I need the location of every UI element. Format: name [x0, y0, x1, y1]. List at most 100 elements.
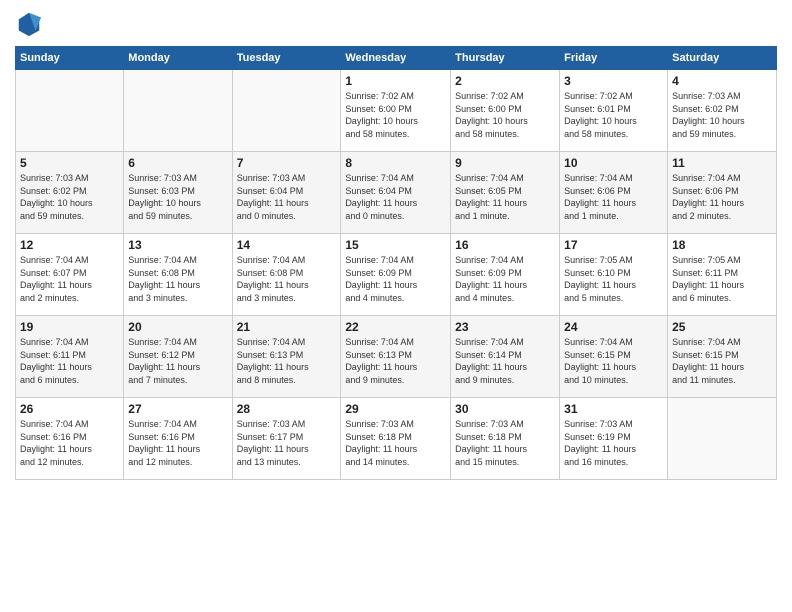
day-info: Sunrise: 7:03 AM Sunset: 6:18 PM Dayligh…: [345, 418, 446, 468]
day-number: 9: [455, 156, 555, 170]
day-cell: 4 Sunrise: 7:03 AM Sunset: 6:02 PM Daylig…: [668, 70, 777, 152]
day-cell: 25 Sunrise: 7:04 AM Sunset: 6:15 PM Dayli…: [668, 316, 777, 398]
day-info: Sunrise: 7:05 AM Sunset: 6:11 PM Dayligh…: [672, 254, 772, 304]
day-cell: [668, 398, 777, 480]
day-cell: 10Sunrise: 7:04 AM Sunset: 6:06 PM Dayli…: [560, 152, 668, 234]
day-info: Sunrise: 7:04 AM Sunset: 6:08 PM Dayligh…: [128, 254, 227, 304]
day-info: Sunrise: 7:04 AM Sunset: 6:16 PM Dayligh…: [128, 418, 227, 468]
day-number: 5: [20, 156, 119, 170]
weekday-header-row: SundayMondayTuesdayWednesdayThursdayFrid…: [16, 47, 777, 70]
day-cell: [124, 70, 232, 152]
day-info: Sunrise: 7:03 AM Sunset: 6:19 PM Dayligh…: [564, 418, 663, 468]
day-cell: 26 Sunrise: 7:04 AM Sunset: 6:16 PM Dayli…: [16, 398, 124, 480]
day-number: 2: [455, 74, 555, 88]
day-info: Sunrise: 7:04 AM Sunset: 6:11 PM Dayligh…: [20, 336, 119, 386]
week-row-5: 26 Sunrise: 7:04 AM Sunset: 6:16 PM Dayli…: [16, 398, 777, 480]
day-info: Sunrise: 7:04 AM Sunset: 6:07 PM Dayligh…: [20, 254, 119, 304]
day-cell: 6 Sunrise: 7:03 AM Sunset: 6:03 PM Daylig…: [124, 152, 232, 234]
day-cell: 21 Sunrise: 7:04 AM Sunset: 6:13 PM Dayli…: [232, 316, 341, 398]
day-cell: 5 Sunrise: 7:03 AM Sunset: 6:02 PM Daylig…: [16, 152, 124, 234]
day-cell: 28 Sunrise: 7:03 AM Sunset: 6:17 PM Dayli…: [232, 398, 341, 480]
weekday-header-sunday: Sunday: [16, 47, 124, 70]
day-number: 14: [237, 238, 337, 252]
day-number: 15: [345, 238, 446, 252]
day-info: Sunrise: 7:04 AM Sunset: 6:15 PM Dayligh…: [672, 336, 772, 386]
day-info: Sunrise: 7:03 AM Sunset: 6:18 PM Dayligh…: [455, 418, 555, 468]
day-number: 28: [237, 402, 337, 416]
week-row-1: 1 Sunrise: 7:02 AM Sunset: 6:00 PM Daylig…: [16, 70, 777, 152]
day-cell: 29 Sunrise: 7:03 AM Sunset: 6:18 PM Dayli…: [341, 398, 451, 480]
day-cell: 18Sunrise: 7:05 AM Sunset: 6:11 PM Dayli…: [668, 234, 777, 316]
day-number: 16: [455, 238, 555, 252]
day-number: 19: [20, 320, 119, 334]
day-info: Sunrise: 7:04 AM Sunset: 6:12 PM Dayligh…: [128, 336, 227, 386]
day-number: 30: [455, 402, 555, 416]
day-info: Sunrise: 7:04 AM Sunset: 6:08 PM Dayligh…: [237, 254, 337, 304]
weekday-header-wednesday: Wednesday: [341, 47, 451, 70]
day-cell: 31 Sunrise: 7:03 AM Sunset: 6:19 PM Dayli…: [560, 398, 668, 480]
week-row-3: 12 Sunrise: 7:04 AM Sunset: 6:07 PM Dayli…: [16, 234, 777, 316]
day-number: 4: [672, 74, 772, 88]
day-cell: 3Sunrise: 7:02 AM Sunset: 6:01 PM Daylig…: [560, 70, 668, 152]
day-number: 12: [20, 238, 119, 252]
day-cell: [232, 70, 341, 152]
week-row-2: 5 Sunrise: 7:03 AM Sunset: 6:02 PM Daylig…: [16, 152, 777, 234]
day-number: 21: [237, 320, 337, 334]
day-number: 26: [20, 402, 119, 416]
day-info: Sunrise: 7:04 AM Sunset: 6:04 PM Dayligh…: [345, 172, 446, 222]
day-number: 24: [564, 320, 663, 334]
day-cell: 20 Sunrise: 7:04 AM Sunset: 6:12 PM Dayli…: [124, 316, 232, 398]
day-info: Sunrise: 7:03 AM Sunset: 6:04 PM Dayligh…: [237, 172, 337, 222]
day-cell: 19 Sunrise: 7:04 AM Sunset: 6:11 PM Dayli…: [16, 316, 124, 398]
weekday-header-monday: Monday: [124, 47, 232, 70]
day-info: Sunrise: 7:03 AM Sunset: 6:17 PM Dayligh…: [237, 418, 337, 468]
day-info: Sunrise: 7:05 AM Sunset: 6:10 PM Dayligh…: [564, 254, 663, 304]
day-info: Sunrise: 7:03 AM Sunset: 6:03 PM Dayligh…: [128, 172, 227, 222]
day-number: 20: [128, 320, 227, 334]
day-cell: 14 Sunrise: 7:04 AM Sunset: 6:08 PM Dayli…: [232, 234, 341, 316]
day-number: 22: [345, 320, 446, 334]
day-number: 1: [345, 74, 446, 88]
day-info: Sunrise: 7:02 AM Sunset: 6:00 PM Dayligh…: [455, 90, 555, 140]
week-row-4: 19 Sunrise: 7:04 AM Sunset: 6:11 PM Dayli…: [16, 316, 777, 398]
day-info: Sunrise: 7:04 AM Sunset: 6:16 PM Dayligh…: [20, 418, 119, 468]
day-cell: 16 Sunrise: 7:04 AM Sunset: 6:09 PM Dayli…: [451, 234, 560, 316]
day-number: 7: [237, 156, 337, 170]
day-number: 11: [672, 156, 772, 170]
day-number: 27: [128, 402, 227, 416]
day-info: Sunrise: 7:04 AM Sunset: 6:13 PM Dayligh…: [345, 336, 446, 386]
day-number: 13: [128, 238, 227, 252]
day-info: Sunrise: 7:04 AM Sunset: 6:14 PM Dayligh…: [455, 336, 555, 386]
day-number: 25: [672, 320, 772, 334]
weekday-header-saturday: Saturday: [668, 47, 777, 70]
day-cell: 30 Sunrise: 7:03 AM Sunset: 6:18 PM Dayli…: [451, 398, 560, 480]
day-cell: 17Sunrise: 7:05 AM Sunset: 6:10 PM Dayli…: [560, 234, 668, 316]
day-info: Sunrise: 7:04 AM Sunset: 6:09 PM Dayligh…: [345, 254, 446, 304]
day-cell: 7 Sunrise: 7:03 AM Sunset: 6:04 PM Daylig…: [232, 152, 341, 234]
day-info: Sunrise: 7:04 AM Sunset: 6:15 PM Dayligh…: [564, 336, 663, 386]
logo-icon: [15, 10, 43, 38]
day-number: 31: [564, 402, 663, 416]
day-cell: 27 Sunrise: 7:04 AM Sunset: 6:16 PM Dayli…: [124, 398, 232, 480]
day-cell: 13 Sunrise: 7:04 AM Sunset: 6:08 PM Dayli…: [124, 234, 232, 316]
day-number: 10: [564, 156, 663, 170]
weekday-header-thursday: Thursday: [451, 47, 560, 70]
page: SundayMondayTuesdayWednesdayThursdayFrid…: [0, 0, 792, 612]
day-info: Sunrise: 7:04 AM Sunset: 6:09 PM Dayligh…: [455, 254, 555, 304]
day-info: Sunrise: 7:02 AM Sunset: 6:01 PM Dayligh…: [564, 90, 663, 140]
day-cell: 8 Sunrise: 7:04 AM Sunset: 6:04 PM Daylig…: [341, 152, 451, 234]
calendar-table: SundayMondayTuesdayWednesdayThursdayFrid…: [15, 46, 777, 480]
day-number: 8: [345, 156, 446, 170]
day-number: 23: [455, 320, 555, 334]
day-cell: 1 Sunrise: 7:02 AM Sunset: 6:00 PM Daylig…: [341, 70, 451, 152]
day-info: Sunrise: 7:03 AM Sunset: 6:02 PM Dayligh…: [672, 90, 772, 140]
day-number: 6: [128, 156, 227, 170]
day-info: Sunrise: 7:03 AM Sunset: 6:02 PM Dayligh…: [20, 172, 119, 222]
day-info: Sunrise: 7:04 AM Sunset: 6:13 PM Dayligh…: [237, 336, 337, 386]
day-number: 29: [345, 402, 446, 416]
day-cell: 23 Sunrise: 7:04 AM Sunset: 6:14 PM Dayli…: [451, 316, 560, 398]
day-info: Sunrise: 7:02 AM Sunset: 6:00 PM Dayligh…: [345, 90, 446, 140]
day-cell: [16, 70, 124, 152]
day-cell: 15 Sunrise: 7:04 AM Sunset: 6:09 PM Dayli…: [341, 234, 451, 316]
day-cell: 12 Sunrise: 7:04 AM Sunset: 6:07 PM Dayli…: [16, 234, 124, 316]
